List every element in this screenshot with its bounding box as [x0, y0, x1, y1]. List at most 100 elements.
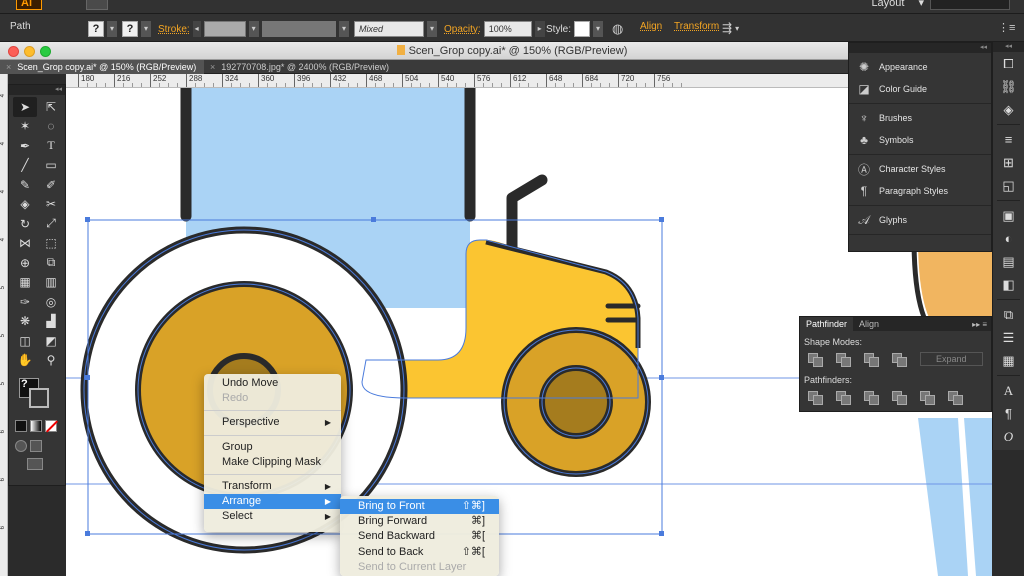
menu-item-make-clipping-mask[interactable]: Make Clipping Mask [204, 455, 341, 470]
paintbrush-tool-icon[interactable]: ✎ [13, 175, 37, 195]
submenu-item-send-to-current-layer[interactable]: Send to Current Layer [340, 560, 499, 575]
align-link[interactable]: Align [640, 21, 662, 32]
variable-width-profile[interactable]: ▾ [262, 21, 349, 37]
stroke-panel-icon[interactable]: ☰ [993, 326, 1024, 349]
lasso-tool-icon[interactable]: ◌ [39, 117, 63, 137]
blob-brush-tool-icon[interactable]: ◈ [13, 195, 37, 215]
transform-link[interactable]: Transform [674, 21, 719, 32]
workspace-switcher[interactable]: Layout [871, 0, 924, 9]
hand-tool-icon[interactable]: ✋ [13, 351, 37, 371]
zoom-window-button[interactable] [40, 46, 51, 57]
stroke-label[interactable]: Stroke: [158, 24, 190, 35]
minus-back-icon[interactable] [948, 391, 963, 405]
links-icon[interactable]: ⛓ [993, 75, 1024, 98]
tab-192770708[interactable]: × 192770708.jpg* @ 2400% (RGB/Preview) [204, 60, 404, 74]
horizontal-ruler[interactable]: 180 216 252 288 324 360 396 432 468 504 540 576 612 6… [66, 74, 848, 88]
line-tool-icon[interactable]: ╱ [13, 156, 37, 176]
artboards-panel-icon[interactable]: ◱ [993, 174, 1024, 197]
submenu-item-send-backward[interactable]: Send Backward ⌘[ [340, 529, 499, 544]
brush-field[interactable]: Mixed [354, 21, 424, 37]
divide-icon[interactable] [808, 391, 823, 405]
panel-glyphs[interactable]: 𝒜 Glyphs [849, 209, 991, 231]
crop-icon[interactable] [892, 391, 907, 405]
dock-expand-icon[interactable]: ◂◂ [993, 42, 1024, 52]
close-icon[interactable]: × [210, 62, 215, 72]
menu-item-transform[interactable]: Transform ▶ [204, 479, 341, 494]
panel-symbols[interactable]: ♣ Symbols [849, 129, 991, 151]
help-search-input[interactable] [930, 0, 1010, 10]
minimize-window-button[interactable] [24, 46, 35, 57]
pencil-tool-icon[interactable]: ✐ [39, 175, 63, 195]
artboard-tool-icon[interactable]: ◫ [13, 331, 37, 351]
tab-pathfinder[interactable]: Pathfinder [800, 317, 854, 331]
panel-character-styles[interactable]: Ⓐ Character Styles [849, 158, 991, 180]
eyedropper-tool-icon[interactable]: ✑ [13, 292, 37, 312]
perspective-grid-tool-icon[interactable]: ⧉ [39, 253, 63, 273]
globe-icon[interactable]: ◍ [612, 21, 623, 37]
draw-behind-icon[interactable] [30, 440, 42, 452]
mesh-tool-icon[interactable]: ▦ [13, 273, 37, 293]
gradient-mode-icon[interactable] [30, 420, 42, 432]
brush-definition[interactable]: Mixed ▾ [354, 21, 437, 37]
column-graph-tool-icon[interactable]: ▟ [39, 312, 63, 332]
fill-unknown-icon[interactable]: ? [88, 21, 104, 37]
menu-item-group[interactable]: Group [204, 440, 341, 455]
control-bar-menu[interactable]: ⋮≡ [998, 21, 1015, 34]
chevron-down-icon[interactable]: ▾ [107, 21, 117, 37]
chevron-down-icon[interactable]: ▾ [735, 24, 739, 33]
magic-wand-tool-icon[interactable]: ✶ [13, 117, 37, 137]
isolate-icon[interactable]: ⇶ [722, 21, 732, 35]
color-mode-icon[interactable] [15, 420, 27, 432]
exclude-icon[interactable] [891, 353, 907, 367]
trim-icon[interactable] [836, 391, 851, 405]
panel-color-guide[interactable]: ◪ Color Guide [849, 78, 991, 100]
stroke-unknown-icon[interactable]: ? [122, 21, 138, 37]
panel-menu-icon[interactable]: ⋮≡ [998, 21, 1015, 34]
character-panel-icon[interactable]: A [993, 379, 1024, 402]
submenu-item-bring-to-front[interactable]: Bring to Front ⇧⌘] [340, 499, 499, 515]
close-icon[interactable]: × [6, 62, 11, 72]
profile-field[interactable] [262, 21, 336, 37]
gradient-tool-icon[interactable]: ▥ [39, 273, 63, 293]
gradient-panel-icon[interactable]: ▤ [993, 250, 1024, 273]
chevron-down-icon[interactable]: ▾ [427, 21, 437, 37]
isolate-button[interactable]: ⇶ ▾ [722, 21, 739, 35]
chevron-down-icon[interactable]: ▾ [339, 21, 349, 37]
menu-item-select[interactable]: Select ▶ [204, 509, 341, 524]
tab-align[interactable]: Align [853, 317, 885, 331]
chevron-right-icon[interactable]: ▸ [534, 21, 545, 37]
layers-artboard-icon[interactable]: ⧠ [993, 52, 1024, 75]
slice-tool-icon[interactable]: ◩ [39, 331, 63, 351]
expand-button[interactable]: Expand [919, 352, 983, 366]
align-panel-icon[interactable]: ≡ [993, 128, 1024, 151]
bridge-button[interactable] [86, 0, 108, 10]
merge-icon[interactable] [864, 391, 879, 405]
scale-tool-icon[interactable]: ⤢ [39, 214, 63, 234]
swatches-icon[interactable]: ▣ [993, 204, 1024, 227]
panel-menu-icon[interactable]: ▸▸ ≡ [972, 320, 991, 329]
width-tool-icon[interactable]: ⋈ [13, 234, 37, 254]
opacity-label[interactable]: Opacity: [444, 24, 481, 35]
opacity-field[interactable]: 100% [483, 21, 532, 37]
none-mode-icon[interactable] [45, 420, 59, 433]
fill-stroke-widget[interactable]: ? [15, 376, 59, 416]
panel-paragraph-styles[interactable]: ¶ Paragraph Styles [849, 180, 991, 202]
tab-scen-grop[interactable]: × Scen_Grop copy.ai* @ 150% (RGB/Preview) [0, 60, 204, 74]
transparency-icon[interactable]: ◧ [993, 273, 1024, 296]
style-swatch[interactable] [574, 21, 591, 37]
transform-panel-icon[interactable]: ⊞ [993, 151, 1024, 174]
panel-appearance[interactable]: ✺ Appearance [849, 56, 991, 78]
chevron-down-icon[interactable]: ▾ [593, 21, 604, 37]
screen-mode-icon[interactable] [27, 458, 43, 470]
minus-front-icon[interactable] [835, 353, 851, 367]
submenu-item-send-to-back[interactable]: Send to Back ⇧⌘[ [340, 545, 499, 560]
pathfinder-panel-icon[interactable]: ⧉ [993, 303, 1024, 326]
chevron-down-icon[interactable]: ▾ [248, 21, 259, 37]
scissors-tool-icon[interactable]: ✂ [39, 195, 63, 215]
menu-item-arrange[interactable]: Arrange ▶ [204, 494, 341, 510]
stroke-weight-field[interactable] [203, 21, 246, 37]
symbol-sprayer-tool-icon[interactable]: ❋ [13, 312, 37, 332]
opentype-panel-icon[interactable]: O [993, 425, 1024, 448]
type-tool-icon[interactable]: T [39, 136, 63, 156]
shape-builder-tool-icon[interactable]: ⊕ [13, 253, 37, 273]
